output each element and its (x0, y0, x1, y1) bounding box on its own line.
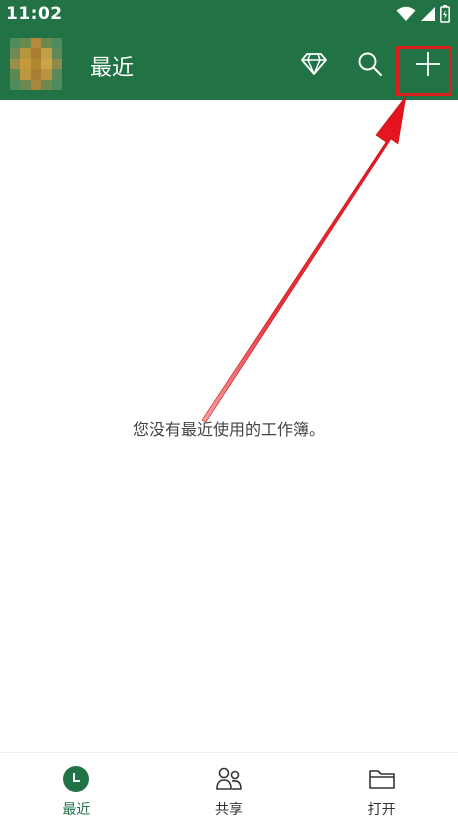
annotation-arrow (201, 95, 407, 423)
wifi-icon (396, 6, 416, 21)
diamond-icon (301, 53, 327, 75)
search-icon (358, 52, 382, 76)
plus-icon (416, 52, 440, 76)
nav-item-open[interactable]: 打开 (305, 753, 458, 820)
premium-button[interactable] (292, 42, 336, 86)
search-button[interactable] (348, 42, 392, 86)
status-time: 11:02 (6, 4, 63, 24)
page-title: 最近 (90, 56, 135, 81)
nav-item-shared[interactable]: 共享 (153, 753, 306, 820)
nav-label-shared: 共享 (215, 802, 243, 818)
app-bar: 最近 (0, 28, 458, 100)
empty-state-message: 您没有最近使用的工作簿。 (132, 420, 325, 439)
add-button[interactable] (406, 42, 450, 86)
nav-item-recent[interactable]: 最近 (0, 753, 153, 820)
folder-icon (368, 770, 395, 789)
nav-label-open: 打开 (367, 802, 396, 818)
people-icon (216, 767, 242, 790)
avatar[interactable] (10, 38, 62, 90)
nav-label-recent: 最近 (62, 802, 91, 818)
battery-icon (440, 5, 450, 23)
bottom-nav: 最近 共享 打开 (0, 752, 458, 820)
status-bar: 11:02 (0, 0, 458, 28)
clock-icon (63, 766, 90, 792)
signal-icon (421, 7, 435, 21)
status-icons (396, 5, 450, 23)
